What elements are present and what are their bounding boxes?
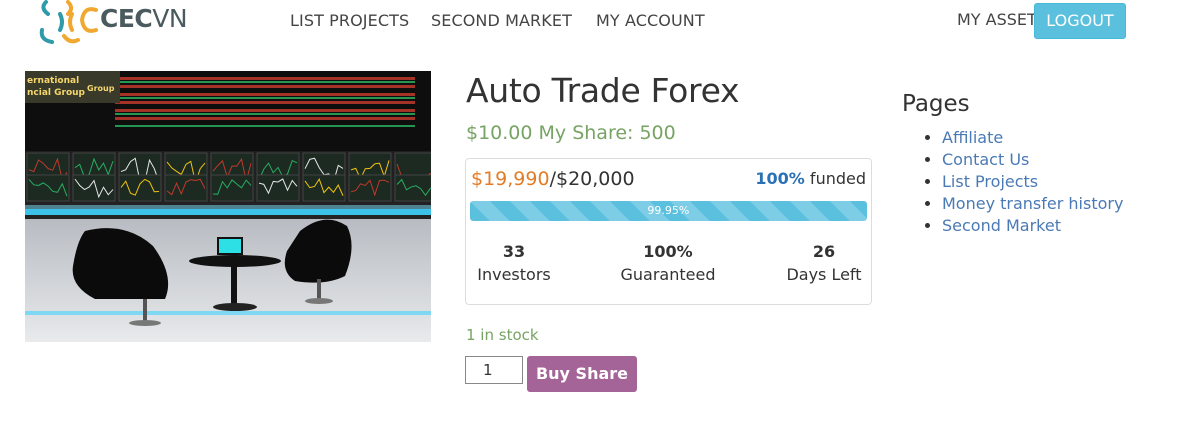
sidebar-item-list-projects: List Projects (942, 171, 1123, 193)
sidebar-link-list-projects[interactable]: List Projects (942, 172, 1038, 191)
stock-status: 1 in stock (466, 326, 539, 344)
image-text-line1: ernational (27, 76, 79, 86)
image-monitor (210, 174, 254, 202)
sidebar-item-money-transfer-history: Money transfer history (942, 193, 1123, 215)
product-image: ernational ncial Group Group (25, 71, 431, 342)
sidebar-item-contact-us: Contact Us (942, 149, 1123, 171)
stat-guaranteed: 100% Guaranteed (616, 242, 720, 284)
sidebar-item-affiliate: Affiliate (942, 127, 1123, 149)
image-monitor (164, 174, 208, 202)
raised-total: $19,990/$20,000 (471, 168, 635, 190)
logo-text: CECVN (100, 4, 188, 33)
image-monitor (26, 174, 70, 202)
nav-list-projects[interactable]: LIST PROJECTS (290, 11, 409, 30)
funding-progress: 99.95% (470, 201, 867, 221)
goal-amount: /$20,000 (549, 168, 635, 190)
sidebar-title: Pages (902, 91, 970, 117)
image-monitor (348, 174, 392, 202)
sidebar-pages-list: Affiliate Contact Us List Projects Money… (942, 127, 1123, 237)
image-text-line2: ncial Group (27, 88, 86, 98)
stat-value: 26 (812, 242, 836, 261)
logo-icon (39, 0, 98, 44)
trading-floor-image: ernational ncial Group Group (25, 71, 431, 342)
image-monitor (72, 174, 116, 202)
funded-label: funded (804, 169, 866, 188)
quantity-input[interactable] (465, 356, 523, 384)
product-title: Auto Trade Forex (466, 71, 740, 110)
stat-label: Days Left (786, 265, 862, 284)
buy-share-button[interactable]: Buy Share (527, 356, 637, 392)
image-monitor (118, 174, 162, 202)
image-monitor (302, 174, 346, 202)
nav-my-account[interactable]: MY ACCOUNT (596, 11, 705, 30)
sidebar-link-affiliate[interactable]: Affiliate (942, 128, 1003, 147)
stat-investors: 33 Investors (474, 242, 554, 284)
sidebar-link-money-transfer-history[interactable]: Money transfer history (942, 194, 1123, 213)
funded-status: 100% funded (755, 169, 866, 188)
price-and-share: $10.00 My Share: 500 (466, 122, 676, 144)
stat-label: Guaranteed (620, 265, 716, 284)
stat-value: 33 (502, 242, 526, 261)
funding-progress-bar: 99.95% (470, 201, 867, 221)
image-monitor (394, 174, 431, 202)
logout-button[interactable]: LOGOUT (1034, 3, 1126, 39)
nav-my-asset[interactable]: MY ASSET (957, 10, 1037, 29)
nav-second-market[interactable]: SECOND MARKET (431, 11, 572, 30)
site-header: CECVN LIST PROJECTS SECOND MARKET MY ACC… (0, 0, 1177, 50)
image-monitor (256, 174, 300, 202)
raised-amount: $19,990 (471, 168, 550, 190)
sidebar-item-second-market: Second Market (942, 215, 1123, 237)
sidebar-link-contact-us[interactable]: Contact Us (942, 150, 1029, 169)
image-text-line3: Group (87, 84, 115, 93)
stat-value: 100% (643, 242, 693, 261)
funding-box: $19,990/$20,000 100% funded 99.95% 33 In… (465, 158, 872, 305)
stat-days-left: 26 Days Left (784, 242, 864, 284)
site-logo[interactable]: CECVN (38, 0, 213, 46)
sidebar-link-second-market[interactable]: Second Market (942, 216, 1061, 235)
funded-percent: 100% (755, 169, 805, 188)
stat-label: Investors (477, 265, 551, 284)
progress-label: 99.95% (647, 204, 690, 217)
